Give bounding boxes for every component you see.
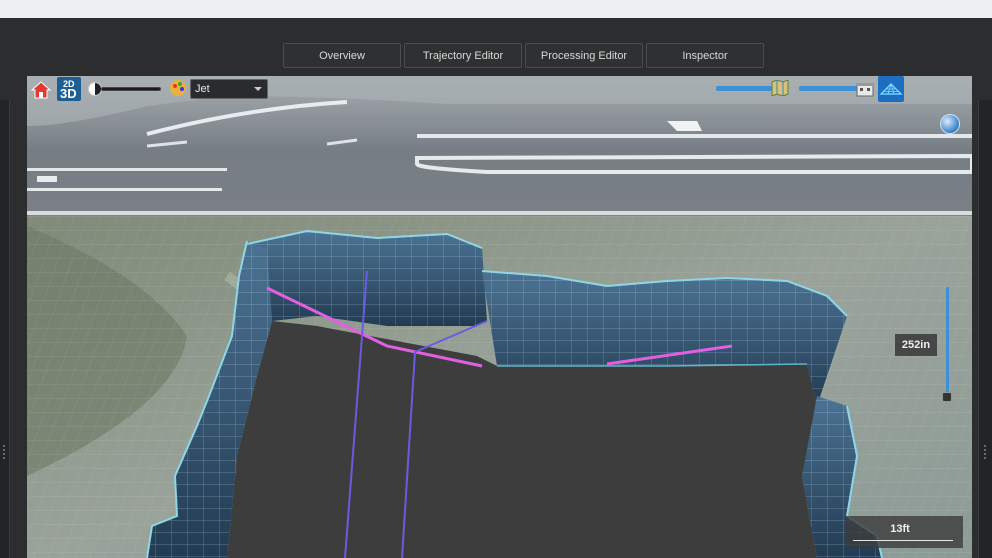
- app-window: Overview Trajectory Editor Processing Ed…: [0, 0, 992, 558]
- home-icon[interactable]: [31, 81, 51, 99]
- 3d-viewport[interactable]: [27, 76, 972, 558]
- scale-label: 13ft: [890, 523, 910, 535]
- tab-processing-editor[interactable]: Processing Editor: [525, 43, 643, 68]
- grid-icon: [879, 82, 903, 95]
- tab-overview[interactable]: Overview: [283, 43, 401, 68]
- colormap-value: Jet: [195, 83, 210, 95]
- map-opacity-slider[interactable]: [716, 86, 772, 91]
- right-panel-grip[interactable]: [984, 445, 986, 459]
- chevron-down-icon: [254, 87, 262, 91]
- brightness-slider[interactable]: [101, 87, 161, 91]
- zoom-slider[interactable]: [946, 287, 949, 397]
- colormap-select[interactable]: Jet: [190, 79, 268, 99]
- zoom-label: 252in: [895, 334, 937, 356]
- map-icon[interactable]: [771, 80, 789, 96]
- scale-bar: 13ft: [845, 516, 963, 548]
- zoom-slider-handle[interactable]: [942, 392, 952, 402]
- brightness-icon: [88, 82, 102, 96]
- palette-icon[interactable]: [170, 80, 186, 96]
- building-icon[interactable]: [856, 81, 874, 97]
- tab-inspector[interactable]: Inspector: [646, 43, 764, 68]
- mode-2d-3d-icon[interactable]: 2D 3D: [57, 77, 81, 101]
- left-panel-grip[interactable]: [3, 445, 5, 459]
- view-tabs: Overview Trajectory Editor Processing Ed…: [283, 43, 764, 68]
- mode-3d-label: 3D: [60, 86, 77, 101]
- scale-line: [853, 540, 953, 541]
- tab-trajectory-editor[interactable]: Trajectory Editor: [404, 43, 522, 68]
- viewport-toolbar: 2D 3D Jet: [27, 76, 972, 102]
- top-strip: [0, 0, 992, 18]
- left-panel[interactable]: [0, 100, 10, 558]
- building-opacity-slider[interactable]: [799, 86, 857, 91]
- scene-render: [27, 76, 972, 558]
- globe-icon[interactable]: [940, 114, 960, 134]
- right-panel[interactable]: [978, 100, 992, 558]
- grid-toggle-button[interactable]: [878, 76, 904, 102]
